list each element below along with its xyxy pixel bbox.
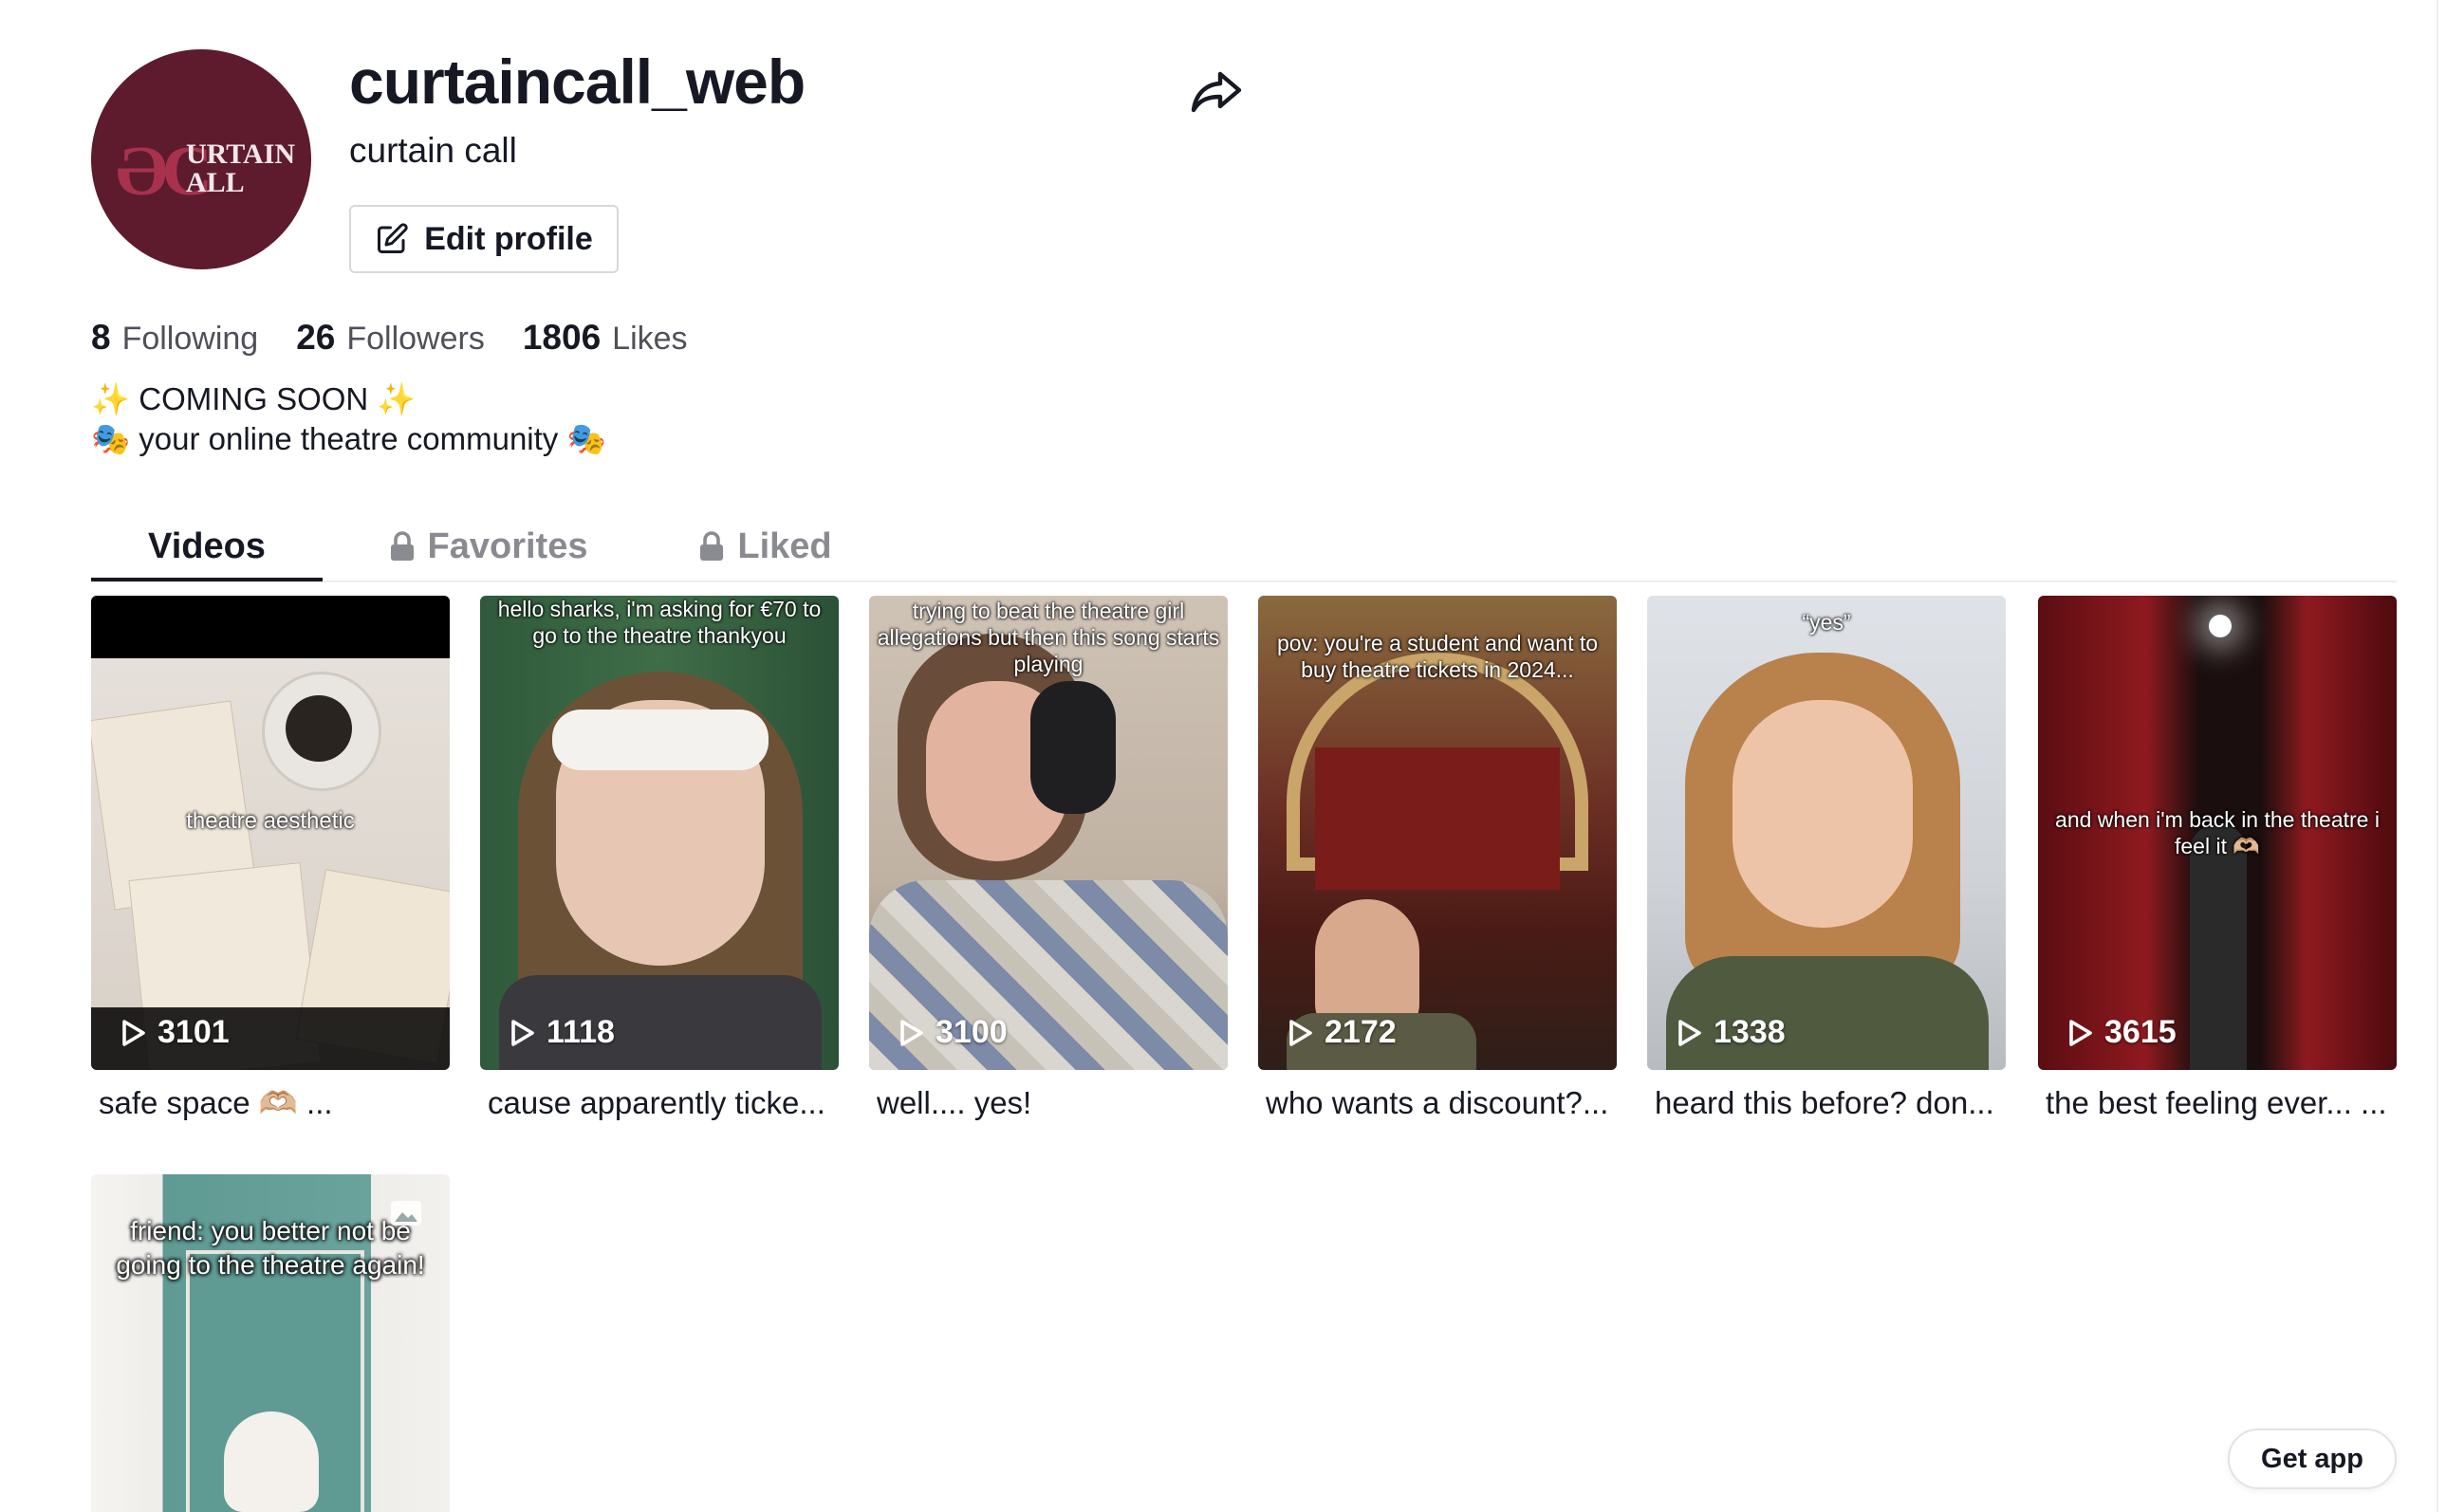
video-card[interactable]: trying to beat the theatre girl allegati… — [869, 596, 1228, 1123]
avatar-logo-text: URTAIN — [186, 138, 296, 170]
view-count-value: 1118 — [547, 1014, 615, 1050]
edit-profile-label: Edit profile — [424, 220, 593, 257]
video-card[interactable]: hello sharks, i'm asking for €70 to go t… — [480, 596, 839, 1123]
play-icon — [900, 1019, 923, 1046]
video-thumbnail[interactable]: pov: you're a student and want to buy th… — [1258, 596, 1617, 1070]
following-stat[interactable]: 8 Following — [91, 317, 258, 360]
video-caption: well.... yes! — [877, 1085, 1032, 1120]
following-count: 8 — [91, 318, 111, 357]
video-overlay-text: hello sharks, i'm asking for €70 to go t… — [497, 597, 822, 648]
video-card[interactable]: “yes” 1338 heard this before? don... — [1647, 596, 2006, 1123]
video-thumbnail[interactable]: hello sharks, i'm asking for €70 to go t… — [480, 596, 839, 1070]
profile-nickname: curtain call — [349, 131, 517, 170]
video-thumbnail[interactable]: trying to beat the theatre girl allegati… — [869, 596, 1228, 1070]
profile-stats: 8 Following 26 Followers 1806 Likes — [91, 317, 688, 360]
view-count-value: 3100 — [936, 1014, 1008, 1050]
tab-label: Favorites — [427, 526, 588, 566]
video-caption: the best feeling ever... ... — [2046, 1085, 2387, 1120]
video-thumbnail[interactable]: and when i'm back in the theatre i feel … — [2038, 596, 2397, 1070]
video-card[interactable]: and when i'm back in the theatre i feel … — [2038, 596, 2397, 1123]
view-count: 3101 — [121, 1014, 230, 1051]
play-icon — [2069, 1019, 2092, 1046]
video-overlay-text: and when i'm back in the theatre i feel … — [2055, 807, 2380, 858]
video-overlay-text: pov: you're a student and want to buy th… — [1276, 631, 1599, 682]
tab-label: Liked — [737, 526, 832, 566]
followers-stat[interactable]: 26 Followers — [296, 317, 485, 360]
get-app-button[interactable]: Get app — [2228, 1429, 2397, 1489]
play-icon — [1678, 1019, 1701, 1046]
video-thumbnail[interactable]: “yes” 1338 — [1647, 596, 2006, 1070]
play-icon — [511, 1019, 534, 1046]
followers-count: 26 — [296, 318, 336, 357]
view-count: 1118 — [510, 1014, 615, 1051]
play-icon — [1289, 1019, 1312, 1046]
video-card[interactable]: theatre aesthetic 3101 safe space 🫶🏼 ... — [91, 596, 450, 1123]
likes-label: Likes — [612, 321, 688, 357]
avatar-logo-text: ALL — [186, 167, 245, 198]
tab-favorites[interactable]: Favorites — [380, 512, 598, 581]
share-button[interactable] — [1188, 68, 1245, 116]
active-tab-indicator — [91, 578, 323, 581]
video-thumbnail[interactable]: friend: you better not be going to the t… — [91, 1174, 450, 1512]
edit-icon — [378, 223, 408, 253]
avatar[interactable]: ƏC URTAIN ALL — [91, 49, 311, 269]
video-thumbnail[interactable]: theatre aesthetic 3101 — [91, 596, 450, 1070]
view-count: 3100 — [899, 1014, 1008, 1051]
view-count-value: 3101 — [158, 1014, 230, 1050]
play-icon — [122, 1019, 145, 1046]
video-caption: who wants a discount?... — [1266, 1085, 1609, 1120]
video-overlay-text: trying to beat the theatre girl allegati… — [877, 599, 1220, 676]
video-card[interactable]: friend: you better not be going to the t… — [91, 1174, 450, 1512]
tabs-divider — [91, 581, 2397, 582]
view-count-value: 3615 — [2104, 1014, 2177, 1050]
video-caption: cause apparently ticke... — [488, 1085, 825, 1120]
view-count: 2172 — [1288, 1014, 1397, 1051]
followers-label: Followers — [346, 321, 485, 357]
lock-icon — [390, 531, 414, 561]
tab-videos[interactable]: Videos — [91, 512, 323, 581]
edit-profile-button[interactable]: Edit profile — [349, 205, 619, 273]
photo-icon — [391, 1201, 421, 1226]
video-caption: safe space 🫶🏼 ... — [99, 1085, 333, 1120]
view-count: 1338 — [1677, 1014, 1786, 1051]
bio-line: ✨ COMING SOON ✨ — [91, 381, 417, 416]
window-edge — [2437, 0, 2446, 1512]
video-caption: heard this before? don... — [1655, 1085, 1994, 1120]
view-count: 3615 — [2068, 1014, 2177, 1051]
likes-count: 1806 — [522, 318, 602, 357]
view-count-value: 2172 — [1325, 1014, 1397, 1050]
lock-icon — [700, 531, 724, 561]
get-app-label: Get app — [2261, 1443, 2363, 1474]
video-overlay-text: “yes” — [1802, 610, 1851, 635]
video-overlay-text: theatre aesthetic — [186, 808, 355, 834]
tab-label: Videos — [148, 526, 266, 566]
share-icon — [1191, 71, 1242, 113]
profile-username: curtaincall_web — [349, 46, 806, 117]
likes-stat: 1806 Likes — [523, 317, 688, 360]
following-label: Following — [121, 321, 259, 357]
tab-liked[interactable]: Liked — [695, 512, 837, 581]
video-card[interactable]: pov: you're a student and want to buy th… — [1258, 596, 1617, 1123]
bio-line: 🎭 your online theatre community 🎭 — [91, 421, 606, 456]
view-count-value: 1338 — [1714, 1014, 1786, 1050]
